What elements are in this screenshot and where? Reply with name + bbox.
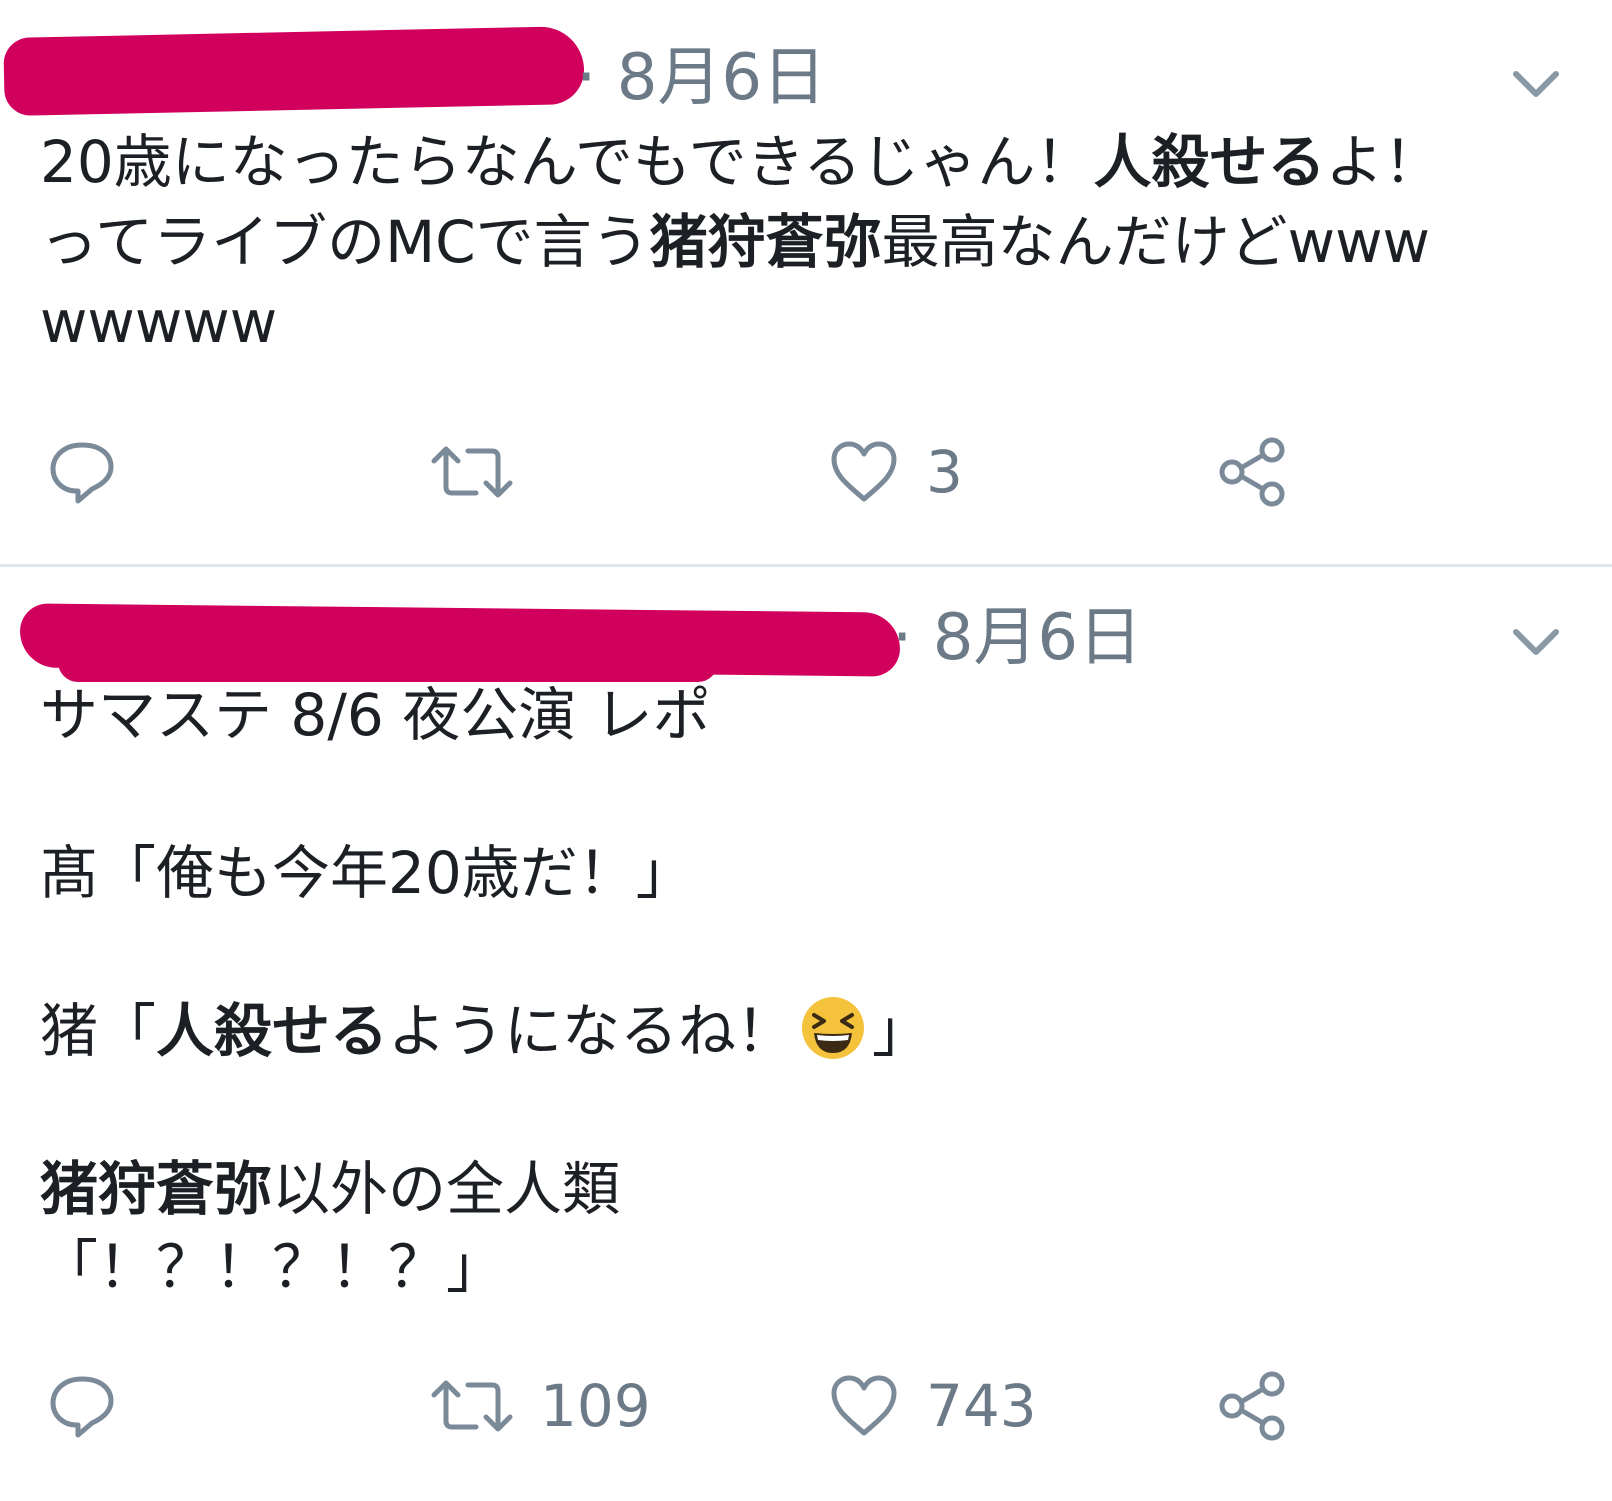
share-nodes-icon bbox=[1216, 1369, 1290, 1443]
tweet-text-line: 20歳になったらなんでもできるじゃん！人殺せるよ！ bbox=[40, 122, 1580, 202]
tweet-text: サマステ 8/6 夜公演 レポ 髙「俺も今年20歳だ！」 猪「人殺せるようになるね！… bbox=[40, 676, 1580, 1306]
retweet-arrows-icon bbox=[430, 1375, 514, 1437]
chevron-down-icon[interactable] bbox=[1506, 60, 1566, 110]
heart-icon bbox=[828, 1373, 900, 1439]
tweet-text-line: wwwww bbox=[40, 282, 1580, 362]
bold-text-segment: 人殺せる bbox=[156, 997, 389, 1065]
share-nodes-icon bbox=[1216, 435, 1290, 509]
tweet-text-line: ってライブのMCで言う猪狩蒼弥最高なんだけどwww bbox=[40, 202, 1580, 282]
like-count: 3 bbox=[926, 438, 963, 506]
text-segment: 」 bbox=[872, 997, 931, 1065]
chevron-down-icon[interactable] bbox=[1506, 618, 1566, 668]
like-button[interactable]: 743 bbox=[828, 1366, 1037, 1446]
text-segment: ってライブのMCで言う bbox=[40, 208, 650, 276]
tweet-text-line: サマステ 8/6 夜公演 レポ bbox=[40, 676, 1580, 754]
retweet-count: 109 bbox=[540, 1372, 651, 1440]
text-segment: 「！？！？！？」 bbox=[40, 1233, 505, 1301]
share-button[interactable] bbox=[1216, 432, 1290, 512]
reply-button[interactable] bbox=[48, 1366, 116, 1446]
tweet-text-line: 髙「俺も今年20歳だ！」 bbox=[40, 834, 1580, 912]
text-segment: よ！ bbox=[1325, 128, 1442, 196]
reply-button[interactable] bbox=[48, 432, 116, 512]
tweet-text-line: 猪狩蒼弥以外の全人類 bbox=[40, 1150, 1580, 1228]
retweet-button[interactable]: 109 bbox=[430, 1366, 651, 1446]
tweet-text-line: 「！？！？！？」 bbox=[40, 1228, 1580, 1306]
tweet[interactable]: · 8月6日 20歳になったらなんでもできるじゃん！人殺せるよ！ ってライブのMC… bbox=[0, 0, 1612, 566]
retweet-arrows-icon bbox=[430, 441, 514, 503]
heart-icon bbox=[828, 439, 900, 505]
text-segment: wwwww bbox=[40, 288, 278, 356]
like-count: 743 bbox=[926, 1372, 1037, 1440]
redacted-username-stroke bbox=[58, 630, 718, 682]
tweet-text: 20歳になったらなんでもできるじゃん！人殺せるよ！ ってライブのMCで言う猪狩蒼弥… bbox=[40, 122, 1580, 362]
text-segment: 猪「 bbox=[40, 997, 157, 1065]
text-segment: サマステ 8/6 夜公演 レポ bbox=[40, 681, 711, 749]
text-segment: ようになるね！ bbox=[388, 997, 795, 1065]
redacted-username bbox=[3, 25, 585, 117]
bold-text-segment: 猪狩蒼弥 bbox=[40, 1155, 273, 1223]
tweet-timestamp[interactable]: · 8月6日 bbox=[892, 606, 1142, 670]
speech-bubble-icon bbox=[48, 439, 116, 505]
bold-text-segment: 猪狩蒼弥 bbox=[649, 208, 882, 276]
like-button[interactable]: 3 bbox=[828, 432, 963, 512]
speech-bubble-icon bbox=[48, 1373, 116, 1439]
tweet-text-line: 猪「人殺せるようになるね！ 」 bbox=[40, 992, 1580, 1070]
share-button[interactable] bbox=[1216, 1366, 1290, 1446]
retweet-button[interactable] bbox=[430, 432, 540, 512]
text-segment: 最高なんだけどwww bbox=[881, 208, 1430, 276]
tweet[interactable]: · 8月6日 サマステ 8/6 夜公演 レポ 髙「俺も今年20歳だ！」 猪「人殺せる… bbox=[0, 570, 1612, 1501]
tweet-timestamp[interactable]: · 8月6日 bbox=[576, 46, 826, 110]
text-segment: 20歳になったらなんでもできるじゃん！ bbox=[40, 128, 1094, 196]
bold-text-segment: 人殺せる bbox=[1093, 128, 1326, 196]
grinning-squinting-face-icon bbox=[802, 997, 865, 1059]
tweet-divider bbox=[0, 564, 1612, 567]
text-segment: 以外の全人類 bbox=[272, 1155, 621, 1223]
text-segment: 髙「俺も今年20歳だ！」 bbox=[40, 839, 694, 907]
